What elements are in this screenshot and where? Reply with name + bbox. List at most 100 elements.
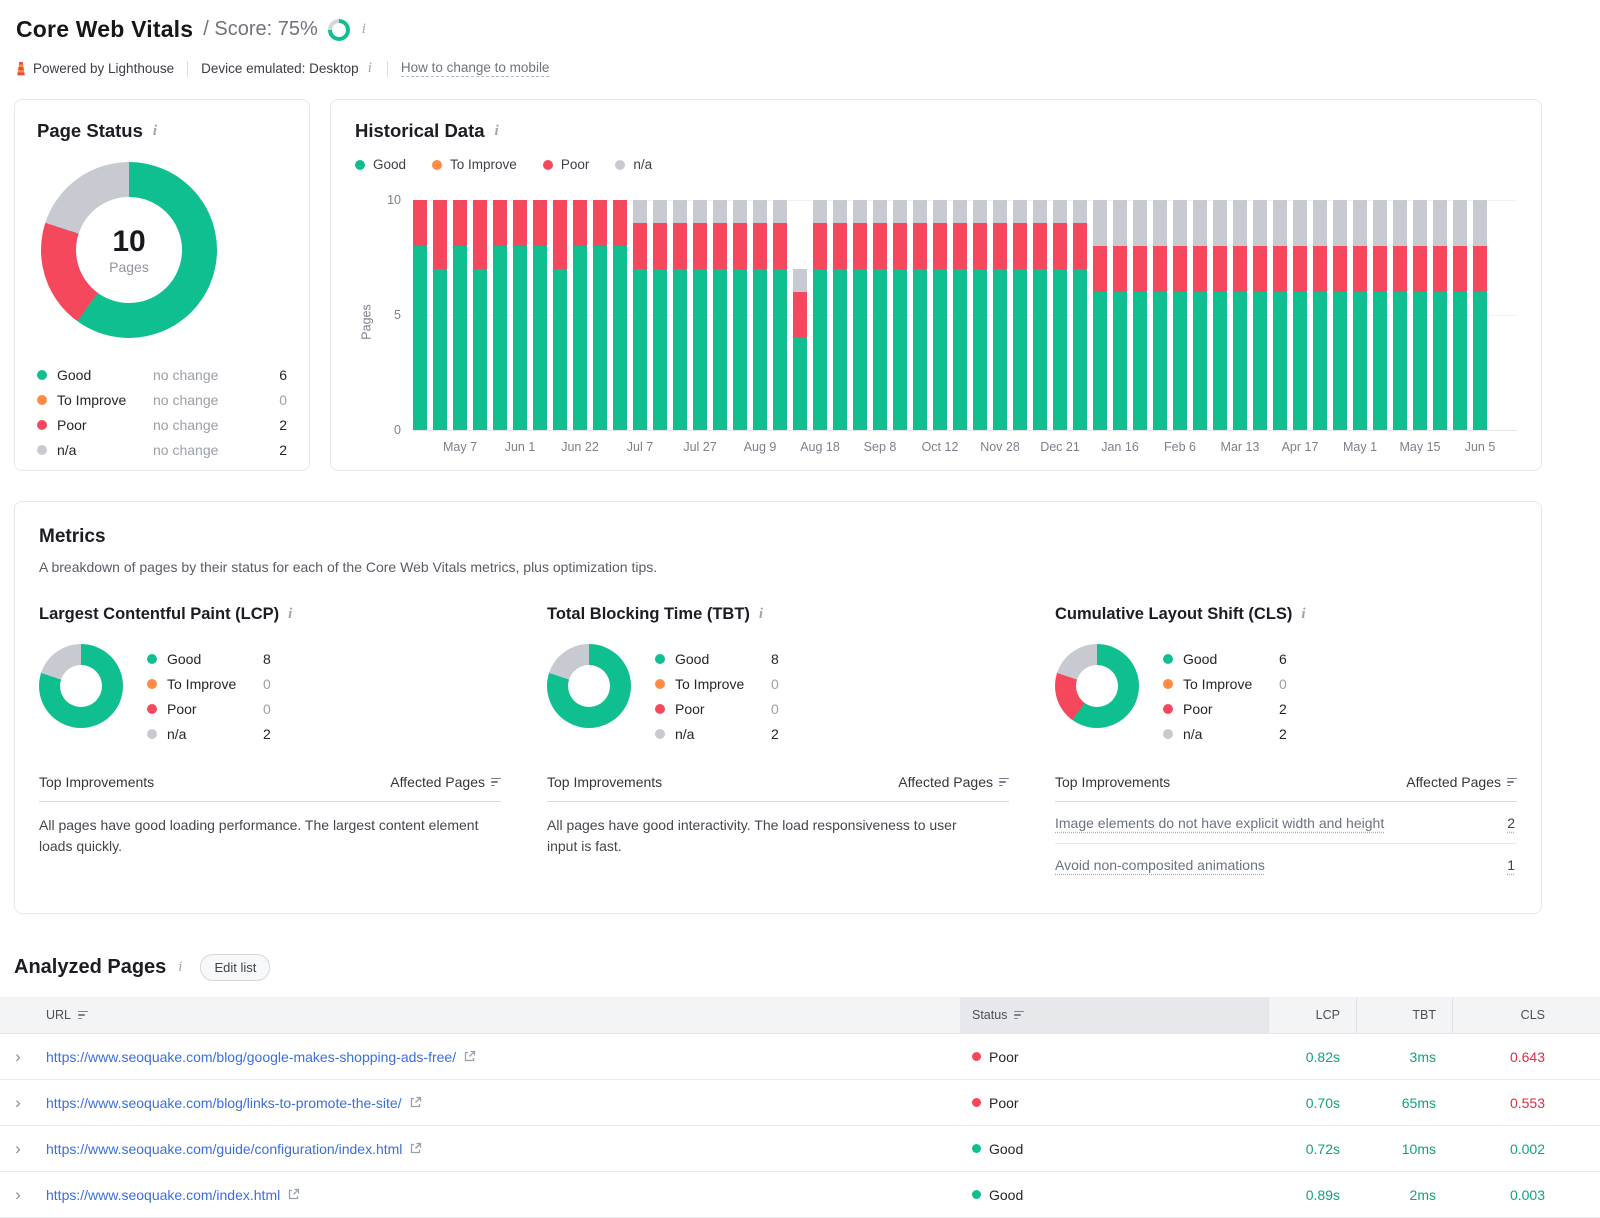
bar-segment-na xyxy=(1413,200,1427,246)
history-bar[interactable] xyxy=(733,200,747,430)
history-bar[interactable] xyxy=(1013,200,1027,430)
history-bar[interactable] xyxy=(873,200,887,430)
history-bar[interactable] xyxy=(1113,200,1127,430)
history-bar[interactable] xyxy=(513,200,527,430)
affected-pages-header[interactable]: Affected Pages xyxy=(390,774,501,790)
history-bar[interactable] xyxy=(413,200,427,430)
history-bar[interactable] xyxy=(1453,200,1467,430)
url-column-header[interactable]: URL xyxy=(36,997,960,1033)
tbt-donut[interactable] xyxy=(547,644,631,728)
expand-row-chevron-icon[interactable]: › xyxy=(0,1186,36,1203)
history-bar[interactable] xyxy=(833,200,847,430)
affected-pages-count[interactable]: 1 xyxy=(1507,857,1515,873)
chart-legend-item[interactable]: n/a xyxy=(615,157,652,172)
history-bar[interactable] xyxy=(1213,200,1227,430)
history-bar[interactable] xyxy=(1393,200,1407,430)
expand-row-chevron-icon[interactable]: › xyxy=(0,1140,36,1157)
history-bar[interactable] xyxy=(633,200,647,430)
affected-pages-header[interactable]: Affected Pages xyxy=(1406,774,1517,790)
history-bar[interactable] xyxy=(1333,200,1347,430)
status-column-header[interactable]: Status xyxy=(960,997,1268,1033)
info-icon[interactable]: i xyxy=(493,123,501,139)
history-bar[interactable] xyxy=(1153,200,1167,430)
cls-column-header[interactable]: CLS xyxy=(1452,997,1600,1033)
page-url-link[interactable]: https://www.seoquake.com/guide/configura… xyxy=(46,1141,422,1157)
page-url-link[interactable]: https://www.seoquake.com/index.html xyxy=(46,1187,300,1203)
chart-legend-item[interactable]: To Improve xyxy=(432,157,517,172)
tbt-column-header[interactable]: TBT xyxy=(1356,997,1452,1033)
info-icon[interactable]: i xyxy=(176,960,184,975)
history-bar[interactable] xyxy=(973,200,987,430)
history-bar[interactable] xyxy=(493,200,507,430)
history-bar[interactable] xyxy=(1033,200,1047,430)
history-bar[interactable] xyxy=(693,200,707,430)
info-icon[interactable]: i xyxy=(366,61,374,76)
to_improve-dot xyxy=(37,394,47,405)
history-bar[interactable] xyxy=(1433,200,1447,430)
history-bar[interactable] xyxy=(673,200,687,430)
page-url-link[interactable]: https://www.seoquake.com/blog/google-mak… xyxy=(46,1049,476,1065)
x-axis-label: Jun 22 xyxy=(561,440,599,454)
info-icon[interactable]: i xyxy=(286,607,294,622)
history-bar[interactable] xyxy=(1133,200,1147,430)
expand-row-chevron-icon[interactable]: › xyxy=(0,1094,36,1111)
history-bar[interactable] xyxy=(773,200,787,430)
history-bar[interactable] xyxy=(713,200,727,430)
bar-segment-poor xyxy=(1453,246,1467,292)
history-bar[interactable] xyxy=(453,200,467,430)
history-bar[interactable] xyxy=(1253,200,1267,430)
lcp-column-header[interactable]: LCP xyxy=(1268,997,1356,1033)
improvement-link[interactable]: Avoid non-composited animations xyxy=(1055,857,1265,873)
history-bar[interactable] xyxy=(1053,200,1067,430)
history-bar[interactable] xyxy=(993,200,1007,430)
history-bar[interactable] xyxy=(793,200,807,430)
x-axis-label: Oct 12 xyxy=(921,440,959,454)
history-bar[interactable] xyxy=(933,200,947,430)
info-icon[interactable]: i xyxy=(151,123,159,139)
improvement-link[interactable]: Image elements do not have explicit widt… xyxy=(1055,815,1384,831)
history-bar[interactable] xyxy=(753,200,767,430)
history-bar[interactable] xyxy=(1193,200,1207,430)
history-bar[interactable] xyxy=(1073,200,1087,430)
history-bar[interactable] xyxy=(1353,200,1367,430)
history-bar[interactable] xyxy=(893,200,907,430)
history-bar[interactable] xyxy=(1373,200,1387,430)
history-bar[interactable] xyxy=(593,200,607,430)
history-bar[interactable] xyxy=(1173,200,1187,430)
history-bar[interactable] xyxy=(1233,200,1247,430)
affected-pages-header[interactable]: Affected Pages xyxy=(898,774,1009,790)
history-bar[interactable] xyxy=(533,200,547,430)
history-bar[interactable] xyxy=(433,200,447,430)
history-bar[interactable] xyxy=(813,200,827,430)
history-bar[interactable] xyxy=(853,200,867,430)
lcp-donut[interactable] xyxy=(39,644,123,728)
history-bar[interactable] xyxy=(1273,200,1287,430)
bar-segment-na xyxy=(1033,200,1047,223)
cls-donut[interactable] xyxy=(1055,644,1139,728)
history-bar[interactable] xyxy=(913,200,927,430)
bar-segment-good xyxy=(573,246,587,430)
history-bar[interactable] xyxy=(1413,200,1427,430)
info-icon[interactable]: i xyxy=(360,22,368,37)
history-bar[interactable] xyxy=(953,200,967,430)
history-bar[interactable] xyxy=(1313,200,1327,430)
history-bar[interactable] xyxy=(553,200,567,430)
page-url-link[interactable]: https://www.seoquake.com/blog/links-to-p… xyxy=(46,1095,422,1111)
history-bar[interactable] xyxy=(1473,200,1487,430)
history-bar[interactable] xyxy=(473,200,487,430)
tbt-value: 10ms xyxy=(1401,1140,1436,1157)
history-bar[interactable] xyxy=(653,200,667,430)
chart-legend-item[interactable]: Poor xyxy=(542,157,589,172)
history-bar[interactable] xyxy=(613,200,627,430)
chart-legend-item[interactable]: Good xyxy=(355,157,406,172)
expand-row-chevron-icon[interactable]: › xyxy=(0,1048,36,1065)
history-bar[interactable] xyxy=(573,200,587,430)
info-icon[interactable]: i xyxy=(1299,607,1307,622)
edit-list-button[interactable]: Edit list xyxy=(200,954,271,981)
affected-pages-count[interactable]: 2 xyxy=(1507,815,1515,831)
change-to-mobile-link[interactable]: How to change to mobile xyxy=(400,60,550,77)
history-bar[interactable] xyxy=(1093,200,1107,430)
info-icon[interactable]: i xyxy=(757,607,765,622)
history-bar[interactable] xyxy=(1293,200,1307,430)
page-status-donut[interactable]: 10 Pages xyxy=(41,162,217,338)
